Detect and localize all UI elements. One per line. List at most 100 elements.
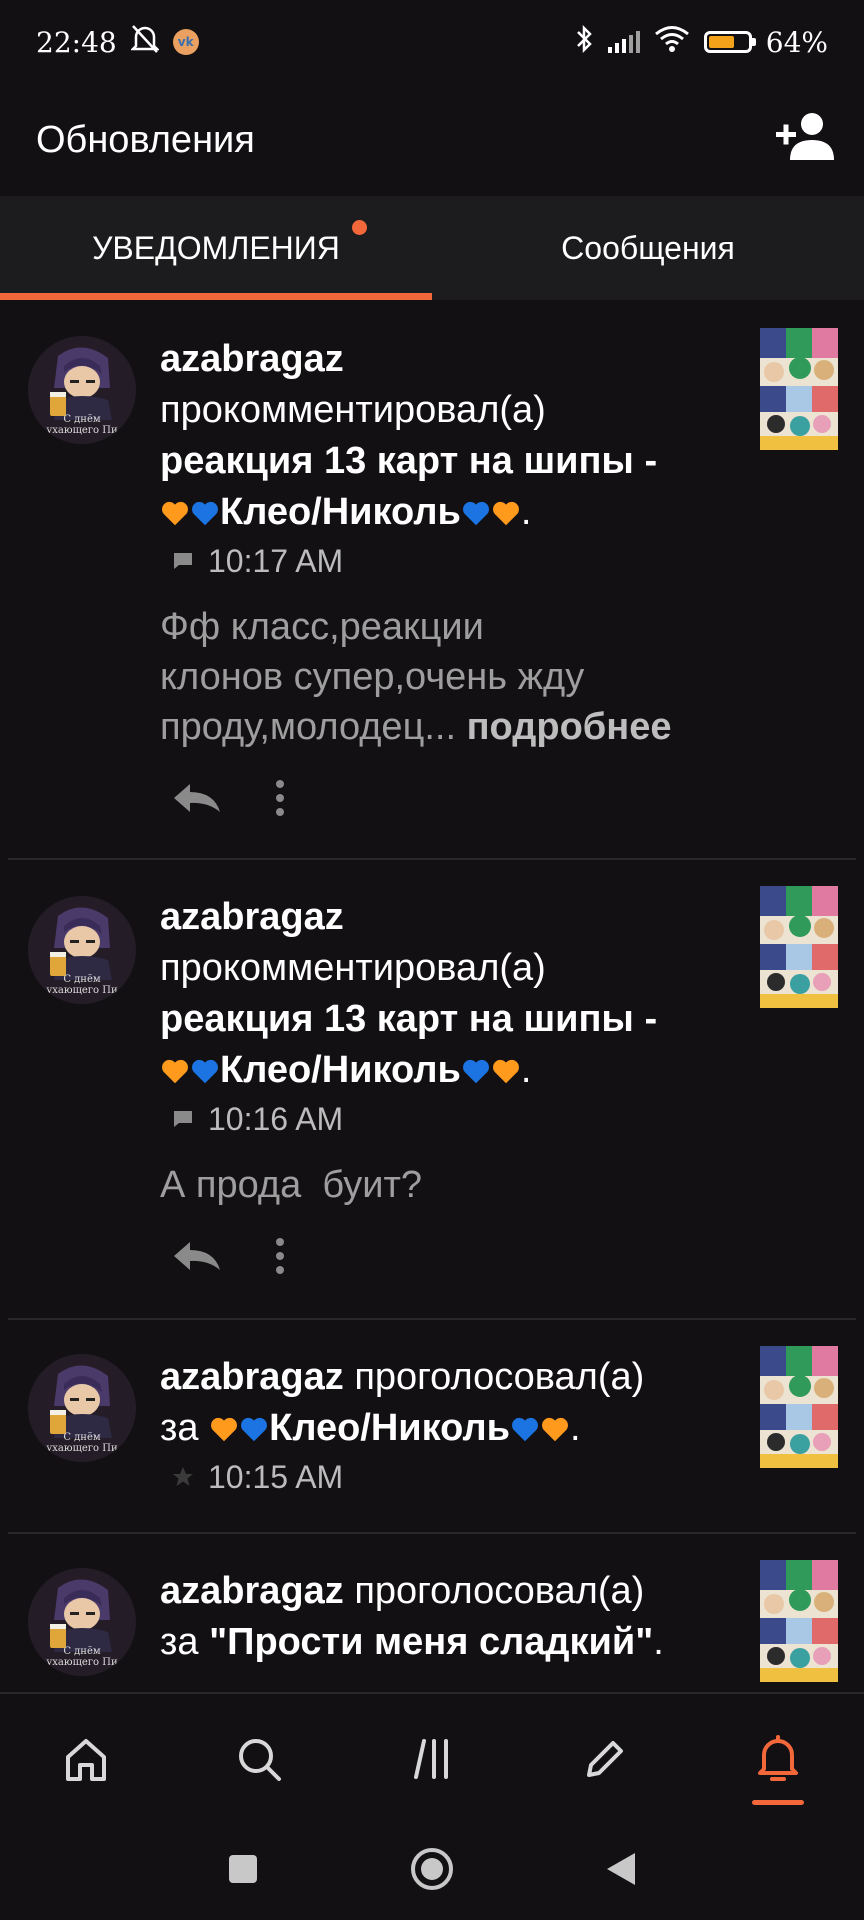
vote-target-line[interactable]: за "Прости меня сладкий".: [160, 1617, 730, 1668]
timestamp-row: 10:17 AM: [160, 538, 730, 584]
vk-app-icon: vk: [172, 29, 199, 55]
orange-heart-icon: [492, 1059, 519, 1084]
home-icon: [66, 1739, 107, 1781]
blue-heart-icon: [192, 501, 218, 526]
username[interactable]: azabragaz: [160, 1570, 344, 1612]
avatar[interactable]: С днём ухающего Пи: [28, 1354, 136, 1462]
nav-home[interactable]: [36, 1709, 136, 1809]
search-icon: [239, 1739, 282, 1781]
tab-notifications-label: УВЕДОМЛЕНИЯ: [92, 229, 340, 266]
reply-icon[interactable]: [170, 780, 224, 821]
notifications-feed[interactable]: С днём ухающего Пи azabragaz прокомменти…: [0, 300, 864, 1692]
system-nav-bar: [0, 1822, 864, 1920]
timestamp: 10:15 AM: [208, 1458, 344, 1495]
comment-text[interactable]: А прода буит?: [160, 1160, 730, 1210]
notification-item[interactable]: С днём ухающего Пи azabragaz проголосова…: [8, 1320, 856, 1534]
active-tab-indicator: [751, 1800, 804, 1805]
story-title[interactable]: реакция 13 карт на шипы -: [160, 436, 730, 487]
story-thumbnail[interactable]: [760, 1560, 838, 1682]
action-text: прокомментировал(а): [160, 947, 546, 989]
notification-item[interactable]: С днём ухающего Пи azabragaz прокомменти…: [8, 860, 856, 1320]
chapter-title: Клео/Николь: [269, 1407, 510, 1449]
story-title[interactable]: реакция 13 карт на шипы -: [160, 994, 730, 1045]
comment-icon: [174, 1111, 192, 1127]
bell-off-icon: [129, 24, 160, 61]
battery-percent: 64%: [765, 25, 828, 59]
tab-bar: УВЕДОМЛЕНИЯ Сообщения: [0, 196, 864, 300]
comment-line: клонов супер,очень жду: [160, 656, 585, 698]
home-button[interactable]: [409, 1846, 455, 1897]
blue-heart-icon: [241, 1417, 268, 1442]
recents-button[interactable]: [227, 1853, 259, 1890]
read-more-link[interactable]: подробнее: [467, 706, 672, 748]
action-text: проголосовал(а): [354, 1356, 645, 1398]
blue-heart-icon: [192, 1059, 218, 1084]
comment-line: Фф класс,реакции: [160, 606, 484, 648]
blue-heart-icon: [462, 1059, 489, 1084]
star-icon: [173, 1467, 193, 1486]
timestamp-row: 10:15 AM: [160, 1454, 730, 1500]
notification-item[interactable]: С днём ухающего Пи azabragaz прокомменти…: [8, 300, 856, 860]
orange-heart-icon: [162, 1059, 188, 1084]
battery-icon: [703, 31, 756, 53]
vote-target-line[interactable]: за Клео/Николь.: [160, 1403, 730, 1454]
blue-heart-icon: [512, 1417, 538, 1442]
tab-messages-label: Сообщения: [561, 229, 735, 266]
story-title-part: Клео/Николь: [220, 491, 461, 533]
more-options-icon[interactable]: [274, 1236, 286, 1281]
story-title-line2[interactable]: Клео/Николь.: [160, 487, 730, 538]
avatar-caption: С днём ухающего Пи: [46, 974, 118, 996]
timestamp-row: 10:16 AM: [160, 1096, 730, 1142]
preposition: за: [160, 1407, 199, 1449]
comment-line: А прода буит?: [160, 1164, 423, 1206]
preposition: за: [160, 1621, 199, 1663]
add-user-icon[interactable]: [774, 110, 838, 171]
timestamp: 10:16 AM: [208, 1100, 344, 1137]
orange-heart-icon: [211, 1417, 238, 1442]
username[interactable]: azabragaz: [160, 1356, 344, 1398]
blue-heart-icon: [462, 501, 489, 526]
nav-search[interactable]: [209, 1709, 309, 1809]
avatar[interactable]: С днём ухающего Пи: [28, 896, 136, 1004]
app-header: Обновления: [0, 84, 864, 196]
nav-library[interactable]: [382, 1709, 482, 1809]
status-bar: 22:48 vk 64%: [0, 0, 864, 84]
nav-notifications[interactable]: [728, 1709, 828, 1809]
signal-icon: [607, 31, 640, 53]
avatar[interactable]: С днём ухающего Пи: [28, 336, 136, 444]
bell-icon: [757, 1735, 798, 1781]
wifi-icon: [654, 25, 690, 60]
avatar-caption: С днём ухающего Пи: [46, 1646, 118, 1668]
tab-messages[interactable]: Сообщения: [432, 196, 864, 300]
comment-text[interactable]: Фф класс,реакции клонов супер,очень жду …: [160, 602, 730, 752]
page-title: Обновления: [36, 118, 255, 161]
username[interactable]: azabragaz: [160, 892, 730, 943]
action-text: прокомментировал(а): [160, 389, 546, 431]
back-button[interactable]: [605, 1851, 637, 1892]
bottom-nav: [0, 1692, 864, 1824]
timestamp: 10:17 AM: [208, 542, 344, 579]
more-options-icon[interactable]: [274, 778, 286, 823]
username[interactable]: azabragaz: [160, 334, 730, 385]
comment-line: проду,молодец...: [160, 706, 457, 748]
avatar-caption: С днём ухающего Пи: [46, 1432, 118, 1454]
action-text: проголосовал(а): [354, 1570, 645, 1612]
orange-heart-icon: [492, 501, 519, 526]
nav-write[interactable]: [555, 1709, 655, 1809]
library-icon: [413, 1739, 448, 1779]
comment-icon: [174, 553, 192, 569]
bluetooth-icon: [574, 24, 594, 61]
notification-item[interactable]: С днём ухающего Пи azabragaz проголосова…: [8, 1534, 856, 1692]
reply-icon[interactable]: [170, 1238, 224, 1279]
tab-notifications[interactable]: УВЕДОМЛЕНИЯ: [0, 196, 432, 300]
story-title-line2[interactable]: Клео/Николь.: [160, 1045, 730, 1096]
orange-heart-icon: [162, 501, 188, 526]
story-thumbnail[interactable]: [760, 886, 838, 1008]
avatar[interactable]: С днём ухающего Пи: [28, 1568, 136, 1676]
orange-heart-icon: [542, 1417, 568, 1442]
chapter-title: "Прости меня сладкий": [209, 1621, 654, 1663]
status-time: 22:48: [36, 25, 117, 59]
unread-dot: [352, 220, 367, 235]
story-thumbnail[interactable]: [760, 1346, 838, 1468]
story-thumbnail[interactable]: [760, 328, 838, 450]
